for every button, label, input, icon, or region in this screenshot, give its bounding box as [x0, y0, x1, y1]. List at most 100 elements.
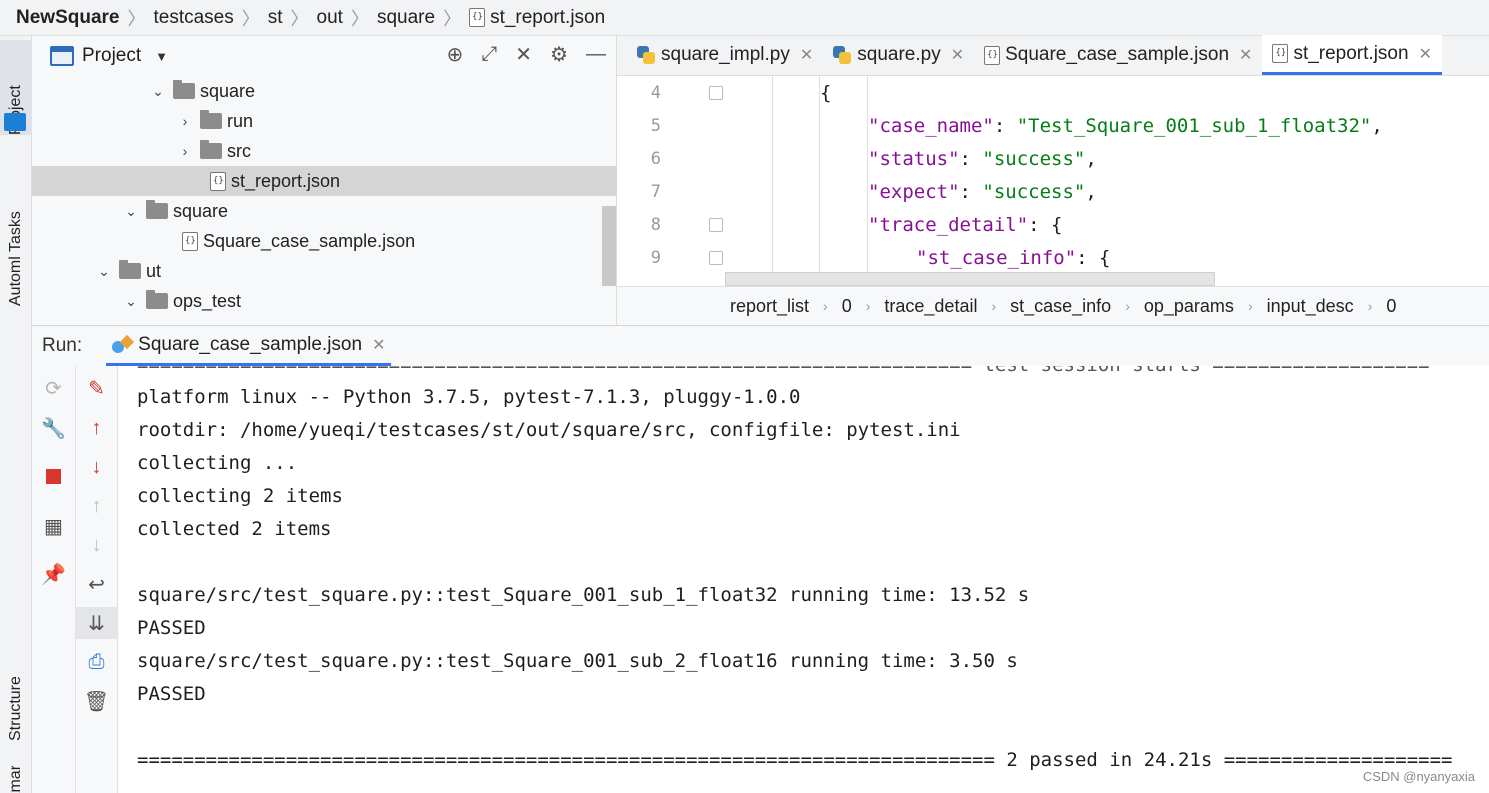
- folder-icon: [173, 80, 195, 99]
- folder-icon: [146, 290, 168, 309]
- pytest-run-icon: [112, 337, 132, 353]
- console-output[interactable]: ========================================…: [119, 366, 1489, 793]
- tab-square-case-sample-json[interactable]: Square_case_sample.json✕: [974, 35, 1262, 75]
- tab-square-py[interactable]: square.py ✕: [823, 35, 974, 75]
- tool-tab-bookmarks[interactable]: Bookmarks: [0, 766, 32, 793]
- run-toolbar-secondary: ✎ ↑ ↓ ↑ ↓ ↩ ⇊ ⎙ 🗑: [76, 366, 118, 793]
- run-toolbar-primary: ⟳ 🔧 ▦ 📌: [32, 366, 76, 793]
- tree-item-src-folder[interactable]: › src: [32, 136, 617, 166]
- json-path-item[interactable]: 0: [842, 296, 852, 317]
- folder-icon: [119, 260, 141, 279]
- pin-icon[interactable]: 📌: [32, 558, 75, 590]
- console-line: rootdir: /home/yueqi/testcases/st/out/sq…: [137, 419, 961, 441]
- folder-icon: [4, 113, 26, 131]
- chevron-right-icon: ›: [991, 298, 997, 314]
- print-icon[interactable]: ⎙: [76, 646, 117, 678]
- breadcrumb-item-testcases[interactable]: testcases: [153, 7, 233, 29]
- chevron-down-icon[interactable]: ▼: [155, 49, 168, 64]
- chevron-right-icon: 〉: [350, 8, 369, 29]
- project-scrollbar[interactable]: [602, 206, 616, 286]
- chevron-down-icon[interactable]: ⌄: [149, 83, 167, 100]
- expand-all-icon[interactable]: ⤢: [481, 43, 497, 66]
- tree-item-square-folder-2[interactable]: ⌄ square: [32, 196, 617, 226]
- tool-tab-project[interactable]: Project: [0, 40, 32, 135]
- tree-item-ops-test-folder[interactable]: ⌄ ops_test: [32, 286, 617, 316]
- collapse-all-icon[interactable]: ✕: [515, 42, 532, 67]
- tab-st-report-json[interactable]: st_report.json✕: [1262, 35, 1442, 75]
- breadcrumb-item-file[interactable]: st_report.json: [469, 7, 605, 29]
- chevron-down-icon[interactable]: ⌄: [122, 293, 140, 310]
- console-line: collecting ...: [137, 452, 298, 474]
- code-line: 6 "status": "success",: [650, 147, 1097, 170]
- json-path-item[interactable]: report_list: [730, 296, 809, 317]
- editor: square_impl.py✕ square.py✕ Square_case_s…: [617, 35, 1489, 325]
- code-area[interactable]: 4 { 5 "case_name": "Test_Square_001_sub_…: [617, 76, 1489, 286]
- soft-wrap-icon[interactable]: ↩: [76, 568, 117, 600]
- fold-marker-icon[interactable]: [709, 217, 723, 232]
- json-file-icon: [1272, 44, 1289, 63]
- arrow-up-icon[interactable]: ↑: [76, 412, 117, 444]
- json-path-item[interactable]: 0: [1386, 296, 1396, 317]
- arrow-down-disabled-icon[interactable]: ↓: [76, 529, 117, 561]
- json-file-icon: [210, 171, 226, 191]
- console-line: collecting 2 items: [137, 485, 343, 507]
- scroll-to-end-icon[interactable]: ⇊: [76, 607, 117, 639]
- console-line: square/src/test_square.py::test_Square_0…: [137, 650, 1018, 672]
- breadcrumb-item-project[interactable]: NewSquare: [16, 7, 119, 29]
- arrow-down-icon[interactable]: ↓: [76, 451, 117, 483]
- tool-tab-structure[interactable]: Structure: [0, 636, 32, 741]
- code-line: 5 "case_name": "Test_Square_001_sub_1_fl…: [650, 114, 1383, 137]
- chevron-right-icon[interactable]: ›: [176, 143, 194, 159]
- breadcrumb-item-out[interactable]: out: [317, 7, 343, 29]
- tree-item-run-folder[interactable]: › run: [32, 106, 617, 136]
- close-icon[interactable]: ✕: [372, 335, 385, 355]
- chevron-right-icon: ›: [1367, 298, 1373, 314]
- close-icon[interactable]: ✕: [951, 45, 964, 65]
- close-icon[interactable]: ✕: [800, 45, 813, 65]
- arrow-up-disabled-icon[interactable]: ↑: [76, 490, 117, 522]
- chevron-down-icon[interactable]: ⌄: [95, 263, 113, 280]
- tree-item-square-folder[interactable]: ⌄ square: [32, 76, 617, 106]
- gear-icon[interactable]: ⚙: [550, 42, 568, 67]
- chevron-right-icon: 〉: [127, 8, 146, 29]
- console-line: ========================================…: [137, 366, 1430, 376]
- tree-item-ut-folder[interactable]: ⌄ ut: [32, 256, 617, 286]
- folder-icon: [146, 200, 168, 219]
- fold-marker-icon[interactable]: [709, 85, 723, 100]
- watermark: CSDN @nyanyaxia: [1362, 769, 1475, 784]
- json-path-item[interactable]: input_desc: [1267, 296, 1354, 317]
- code-line: 8 "trace_detail": {: [650, 213, 1063, 236]
- console-line: ========================================…: [137, 749, 1453, 771]
- run-tab[interactable]: Square_case_sample.json ✕: [106, 326, 392, 366]
- folder-icon: [200, 140, 222, 159]
- json-path-item[interactable]: trace_detail: [884, 296, 977, 317]
- chevron-right-icon: 〉: [241, 8, 260, 29]
- fold-marker-icon[interactable]: [709, 250, 723, 265]
- tree-item-square-case-sample-json[interactable]: Square_case_sample.json: [32, 226, 617, 256]
- clear-pen-icon[interactable]: ✎: [76, 372, 117, 404]
- hide-icon[interactable]: —: [586, 43, 606, 66]
- code-line: 7 "expect": "success",: [650, 180, 1097, 203]
- breadcrumb-item-square[interactable]: square: [377, 7, 435, 29]
- tree-item-st-report-json[interactable]: st_report.json: [32, 166, 617, 196]
- close-icon[interactable]: ✕: [1239, 45, 1252, 65]
- code-line: 4 {: [650, 81, 832, 104]
- chevron-right-icon[interactable]: ›: [176, 113, 194, 129]
- chevron-down-icon[interactable]: ⌄: [122, 203, 140, 220]
- breadcrumb-item-st[interactable]: st: [268, 7, 283, 29]
- code-line: 9 "st_case_info": {: [650, 246, 1111, 269]
- rerun-icon[interactable]: ⟳: [32, 372, 75, 404]
- tab-square-impl-py[interactable]: square_impl.py ✕: [627, 35, 823, 75]
- locate-icon[interactable]: ⊕: [447, 42, 464, 67]
- editor-horizontal-scrollbar[interactable]: [725, 272, 1215, 286]
- stop-button[interactable]: [32, 460, 75, 492]
- tool-tab-automl-tasks[interactable]: Automl Tasks: [0, 196, 32, 306]
- run-panel-header: Run: Square_case_sample.json ✕: [32, 326, 1489, 366]
- layout-icon[interactable]: ▦: [32, 510, 75, 542]
- close-icon[interactable]: ✕: [1419, 44, 1432, 64]
- python-icon: [833, 46, 852, 64]
- json-path-item[interactable]: op_params: [1144, 296, 1234, 317]
- json-path-item[interactable]: st_case_info: [1010, 296, 1111, 317]
- wrench-icon[interactable]: 🔧: [32, 412, 75, 444]
- trash-icon[interactable]: 🗑: [76, 685, 117, 717]
